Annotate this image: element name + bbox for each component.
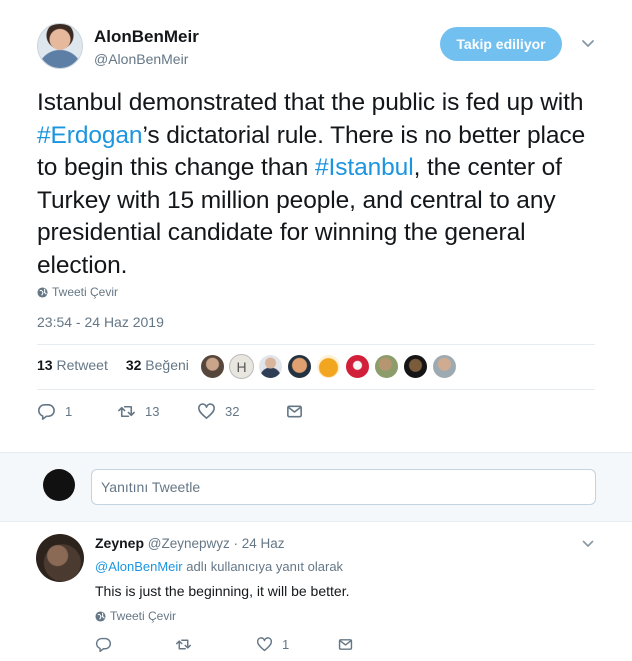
liker-avatar[interactable] bbox=[345, 354, 370, 379]
globe-icon bbox=[37, 286, 48, 298]
tweet-stats: 13 Retweet 32 Beğeni bbox=[37, 357, 189, 373]
divider bbox=[37, 344, 595, 345]
retweet-button[interactable]: 13 bbox=[117, 402, 197, 421]
like-stat[interactable]: 32 Beğeni bbox=[126, 357, 189, 373]
tweet-text: Istanbul demonstrated that the public is… bbox=[37, 87, 607, 282]
liker-avatar[interactable] bbox=[316, 354, 341, 379]
retweet-stat-count: 13 bbox=[37, 357, 53, 373]
retweet-stat-label: Retweet bbox=[56, 357, 108, 373]
tweet-text-part: Istanbul demonstrated that the public is… bbox=[37, 89, 584, 116]
reply-actions: 1 bbox=[95, 636, 354, 653]
reply-text: This is just the beginning, it will be b… bbox=[95, 583, 350, 599]
tweet-actions: 1 13 32 bbox=[37, 402, 304, 421]
liker-avatar[interactable] bbox=[403, 354, 428, 379]
translate-tweet-link[interactable]: Tweeti Çevir bbox=[37, 285, 118, 299]
retweet-icon bbox=[175, 639, 192, 650]
reply-author-handle[interactable]: @Zeynepwyz bbox=[148, 536, 230, 551]
globe-icon bbox=[95, 610, 106, 622]
like-count: 32 bbox=[225, 404, 240, 419]
reply-author-avatar[interactable] bbox=[36, 534, 84, 582]
translate-label: Tweeti Çevir bbox=[52, 285, 119, 299]
direct-message-button[interactable] bbox=[285, 402, 304, 421]
like-button[interactable]: 32 bbox=[197, 402, 285, 421]
heart-icon bbox=[256, 637, 273, 652]
reply-direct-message-button[interactable] bbox=[337, 636, 354, 653]
author-handle[interactable]: @AlonBenMeir bbox=[94, 51, 188, 67]
like-stat-count: 32 bbox=[125, 357, 142, 373]
liker-avatar[interactable] bbox=[287, 354, 312, 379]
liker-avatars: H bbox=[200, 354, 457, 379]
reply-tweet[interactable]: Zeynep @Zeynepwyz · 24 Haz @AlonBenMeir … bbox=[0, 522, 632, 661]
reply-like-button[interactable]: 1 bbox=[256, 636, 337, 653]
envelope-icon bbox=[287, 405, 302, 418]
following-button[interactable]: Takip ediliyor bbox=[440, 27, 562, 61]
replying-to: @AlonBenMeir adlı kullanıcıya yanıt olar… bbox=[95, 559, 343, 574]
liker-avatar[interactable]: H bbox=[229, 354, 254, 379]
author-avatar[interactable] bbox=[37, 23, 83, 69]
liker-avatar[interactable] bbox=[258, 354, 283, 379]
reply-reply-button[interactable] bbox=[95, 636, 175, 653]
reply-header: Zeynep @Zeynepwyz · 24 Haz bbox=[95, 535, 285, 551]
reply-date[interactable]: · 24 Haz bbox=[234, 536, 285, 551]
hashtag-erdogan-link[interactable]: #Erdogan bbox=[37, 122, 143, 149]
chevron-down-icon[interactable] bbox=[581, 539, 595, 549]
hashtag-istanbul-link[interactable]: #Istanbul bbox=[315, 154, 414, 181]
reply-author-name[interactable]: Zeynep bbox=[95, 535, 144, 551]
reply-button[interactable]: 1 bbox=[37, 402, 117, 421]
chevron-down-icon[interactable] bbox=[580, 38, 596, 50]
envelope-icon bbox=[338, 639, 353, 650]
author-name[interactable]: AlonBenMeir bbox=[94, 27, 199, 47]
reply-translate-label: Tweeti Çevir bbox=[110, 609, 177, 623]
replying-to-handle-link[interactable]: @AlonBenMeir bbox=[95, 559, 183, 574]
liker-avatar[interactable] bbox=[200, 354, 225, 379]
current-user-avatar[interactable] bbox=[43, 469, 75, 501]
retweet-count: 13 bbox=[145, 404, 160, 419]
retweet-stat[interactable]: 13 Retweet bbox=[37, 357, 108, 373]
reply-input[interactable]: Yanıtını Tweetle bbox=[91, 469, 596, 505]
reply-translate-link[interactable]: Tweeti Çevir bbox=[95, 609, 176, 623]
reply-composer: Yanıtını Tweetle bbox=[0, 452, 632, 522]
reply-icon bbox=[37, 404, 55, 420]
divider bbox=[37, 389, 595, 390]
liker-avatar[interactable] bbox=[432, 354, 457, 379]
heart-icon bbox=[198, 403, 215, 419]
liker-avatar[interactable] bbox=[374, 354, 399, 379]
reply-retweet-button[interactable] bbox=[175, 636, 256, 653]
like-stat-label: Beğeni bbox=[145, 357, 189, 373]
reply-like-count: 1 bbox=[282, 637, 290, 652]
reply-icon bbox=[95, 637, 111, 653]
replying-to-suffix: adlı kullanıcıya yanıt olarak bbox=[182, 559, 344, 574]
reply-count: 1 bbox=[65, 404, 73, 419]
retweet-icon bbox=[118, 405, 135, 418]
main-tweet: AlonBenMeir @AlonBenMeir Takip ediliyor … bbox=[0, 0, 632, 452]
tweet-timestamp[interactable]: 23:54 - 24 Haz 2019 bbox=[37, 314, 164, 330]
